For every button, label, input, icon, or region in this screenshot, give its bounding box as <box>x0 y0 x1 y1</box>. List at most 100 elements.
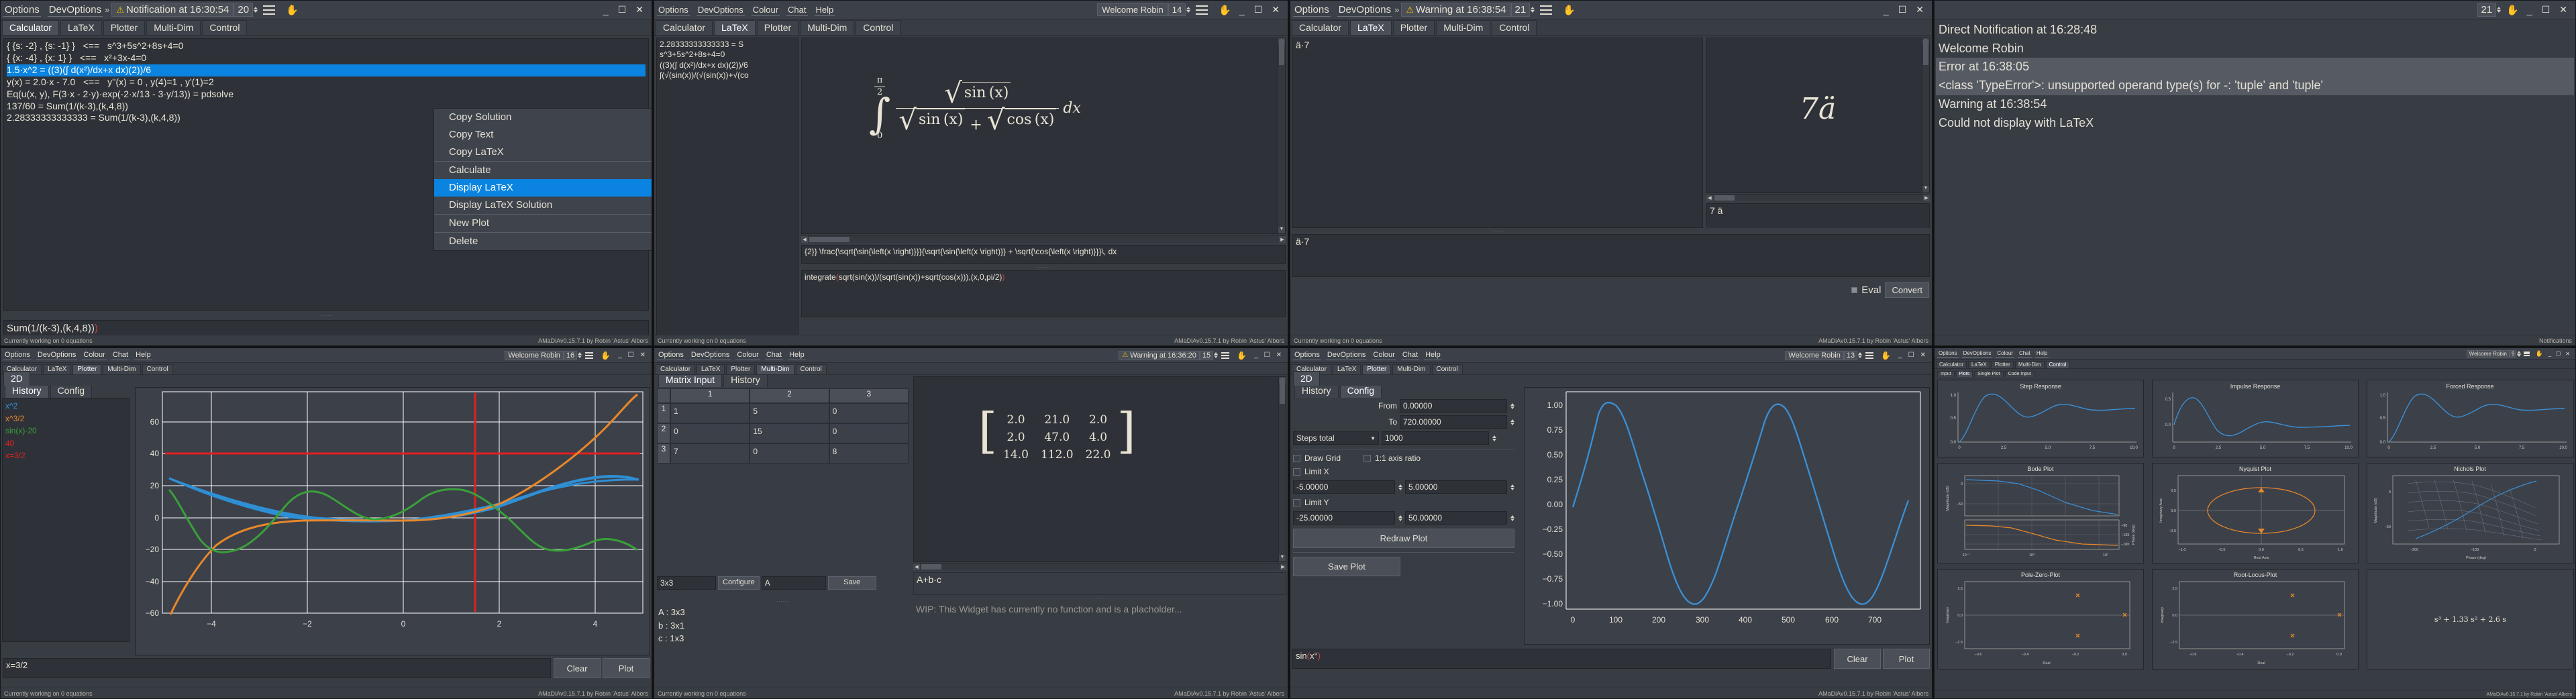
hand-icon[interactable]: ✋ <box>1237 351 1247 360</box>
scroll-right-icon[interactable]: ▶ <box>1280 563 1286 570</box>
minimize-icon[interactable]: _ <box>1898 352 1902 359</box>
tab-calculator[interactable]: Calculator <box>656 364 696 374</box>
menu-chat[interactable]: Chat <box>1400 350 1420 360</box>
history-row[interactable]: ∫(√(sin(x))/(√(sin(x))+√(co <box>660 70 795 80</box>
xmax-input[interactable]: 5.00000 <box>1405 480 1507 494</box>
latex-caption-field[interactable]: 7 ä <box>1706 203 1930 227</box>
clear-button[interactable]: Clear <box>1834 649 1881 669</box>
menu-options[interactable]: Options <box>1293 3 1331 17</box>
side-tab-config[interactable]: Config <box>50 386 93 398</box>
series-label[interactable]: 40 <box>5 437 126 450</box>
splitter-handle[interactable]: ...... <box>913 596 1286 600</box>
hand-icon[interactable]: ✋ <box>1563 4 1576 16</box>
minimize-icon[interactable]: _ <box>2548 351 2551 357</box>
tab-calculator[interactable]: Calculator <box>1292 20 1349 35</box>
xmin-input[interactable]: -5.00000 <box>1293 480 1395 494</box>
tab-control[interactable]: Control <box>856 20 901 35</box>
menu-options[interactable]: Options <box>1293 350 1321 360</box>
chevron-double-right-icon[interactable]: » <box>1392 5 1401 15</box>
tab-latex[interactable]: LaTeX <box>1333 364 1361 374</box>
series-label[interactable]: x=3/2 <box>5 449 126 462</box>
menu-devoptions[interactable]: DevOptions <box>689 350 731 360</box>
xmax-spinner[interactable] <box>1510 480 1514 494</box>
plot-button[interactable]: Plot <box>1883 649 1930 669</box>
notification-item[interactable]: Could not display with LaTeX <box>1936 114 2574 133</box>
to-spinner[interactable] <box>1510 419 1514 425</box>
history-row[interactable]: Eq(u(x, y), F(3·x - 2·y)·exp(-2·x/13 - 3… <box>7 89 646 101</box>
matrix-cell[interactable]: 0 <box>829 423 909 443</box>
menu-devoptions[interactable]: DevOptions <box>1961 350 1993 358</box>
menu-colour[interactable]: Colour <box>82 350 107 360</box>
redraw-plot-button[interactable]: Redraw Plot <box>1293 529 1514 548</box>
side-tab-config[interactable]: Config <box>1339 386 1382 398</box>
tab-multidim[interactable]: Multi-Dim <box>800 20 855 35</box>
notification-count-spinner[interactable] <box>1858 352 1863 358</box>
latex-code-field[interactable]: {2}} \frac{\sqrt{\sin{\left(x \right)}}}… <box>801 245 1286 264</box>
horizontal-scrollbar[interactable]: ◀ ▶ <box>913 563 1286 570</box>
menu-copy-latex[interactable]: Copy LaTeX <box>434 144 652 161</box>
tab-control[interactable]: Control <box>142 364 173 374</box>
from-input[interactable]: 0.00000 <box>1400 399 1507 413</box>
axis-ratio-toggle[interactable]: 1:1 axis ratio <box>1363 453 1421 463</box>
variable-list[interactable]: A : 3x3 b : 3x1 c : 1x3 <box>656 604 909 688</box>
tab-plotter[interactable]: Plotter <box>1991 361 2014 368</box>
maximize-icon[interactable]: ☐ <box>2542 4 2551 15</box>
maximize-icon[interactable]: ☐ <box>2556 351 2561 357</box>
scroll-right-icon[interactable]: ▶ <box>1923 195 1930 201</box>
subtab-single-plot[interactable]: Single Plot <box>1974 371 2004 377</box>
maximize-icon[interactable]: ☐ <box>1264 352 1270 359</box>
menu-devoptions[interactable]: DevOptions <box>36 350 78 360</box>
ymax-spinner[interactable] <box>1510 511 1514 525</box>
row-header[interactable]: 1 <box>657 403 670 423</box>
tab-latex[interactable]: LaTeX <box>714 20 756 35</box>
minimize-icon[interactable]: _ <box>1254 352 1258 359</box>
variable-item[interactable]: c : 1x3 <box>658 632 907 645</box>
hand-icon[interactable]: ✋ <box>286 4 299 16</box>
limit-y-toggle[interactable]: Limit Y <box>1293 498 1514 507</box>
series-label[interactable]: sin(x)·20 <box>5 425 126 437</box>
limit-x-checkbox[interactable] <box>1293 468 1300 476</box>
scroll-down-icon[interactable]: ▼ <box>1279 555 1286 561</box>
steps-mode-select[interactable]: Steps total ▼ <box>1293 431 1379 445</box>
scroll-thumb[interactable] <box>1279 40 1284 65</box>
menu-chat[interactable]: Chat <box>111 350 130 360</box>
matrix-cell[interactable]: 0 <box>670 423 750 443</box>
tab-calculator[interactable]: Calculator <box>1936 361 1967 368</box>
minimize-icon[interactable]: _ <box>2527 5 2532 15</box>
side-tab-history[interactable]: History <box>5 386 49 398</box>
notification-banner[interactable]: Welcome Robin <box>505 350 564 360</box>
ymin-input[interactable]: -25.00000 <box>1293 511 1395 525</box>
row-header[interactable]: 2 <box>657 423 670 443</box>
menu-devoptions[interactable]: DevOptions <box>47 3 103 17</box>
menu-copy-text[interactable]: Copy Text <box>434 126 652 144</box>
hand-icon[interactable]: ✋ <box>2506 4 2519 16</box>
matrix-cell[interactable]: 0 <box>750 443 829 464</box>
series-label[interactable]: x^2 <box>5 400 126 413</box>
tab-multidim[interactable]: Multi-Dim <box>756 364 794 374</box>
tab-plotter[interactable]: Plotter <box>72 364 102 374</box>
tab-control[interactable]: Control <box>202 20 248 35</box>
tab-plotter[interactable]: Plotter <box>1362 364 1392 374</box>
close-icon[interactable]: ✕ <box>635 4 643 15</box>
to-input[interactable]: 720.00000 <box>1400 415 1507 429</box>
multidim-expression-field[interactable]: A+b·c <box>913 572 1286 595</box>
latex-input[interactable]: integrate(sqrt(sin(x))/(sqrt(sin(x))+sqr… <box>801 270 1286 317</box>
matrix-input-table[interactable]: 1 2 3 1 1 5 0 2 0 15 0 3 7 0 8 <box>657 388 909 496</box>
menu-hamburger-icon[interactable] <box>1196 5 1208 15</box>
splitter-handle[interactable]: ...... <box>1292 229 1703 233</box>
menu-devoptions[interactable]: DevOptions <box>1337 3 1393 17</box>
menu-hamburger-icon[interactable] <box>2524 351 2530 356</box>
notification-item[interactable]: Direct Notification at 16:28:48 <box>1936 21 2574 40</box>
xmin-spinner[interactable] <box>1398 480 1402 494</box>
vertical-scrollbar[interactable]: ▲ ▼ <box>1278 377 1286 561</box>
matrix-cell[interactable]: 8 <box>829 443 909 464</box>
history-row-selected[interactable]: 1.5·x^2 = ((3)(∫ d(x²)/dx+x dx)(2))/6 <box>7 64 646 76</box>
menu-hamburger-icon[interactable] <box>1865 352 1874 359</box>
col-header[interactable]: 2 <box>750 388 829 403</box>
menu-hamburger-icon[interactable] <box>263 5 276 15</box>
history-row[interactable]: { {s: -2} , {s: -1} } <== s^3+5s^2+8s+4=… <box>7 40 646 52</box>
subtab-input[interactable]: Input <box>1937 371 1955 377</box>
latex-input[interactable]: ä·7 <box>1292 234 1930 277</box>
menu-options[interactable]: Options <box>657 350 685 360</box>
matrix-cell[interactable]: 15 <box>750 423 829 443</box>
